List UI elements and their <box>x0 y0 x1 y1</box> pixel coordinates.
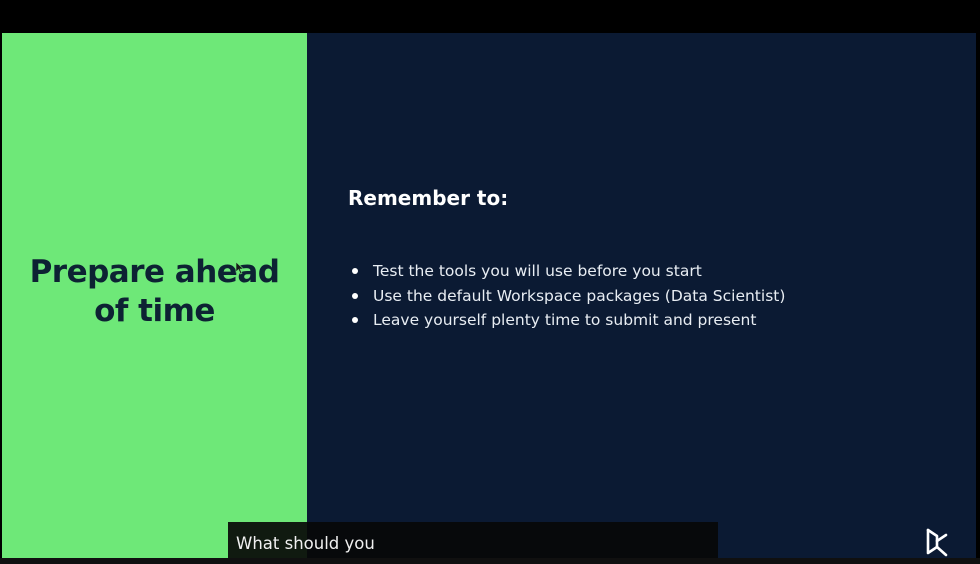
slide-headline: Prepare ahead of time <box>2 253 307 331</box>
headline-line-1: Prepare ahead <box>29 254 280 290</box>
bullet-dot <box>352 292 358 299</box>
datacamp-logo-icon <box>926 528 948 557</box>
bullet-dot <box>352 268 358 274</box>
caption-text: What should you <box>236 534 375 553</box>
bullet-item: Leave yourself plenty time to submit and… <box>348 308 785 333</box>
bullet-text: Test the tools you will use before you s… <box>373 262 702 280</box>
slide-subheading: Remember to: <box>348 186 509 210</box>
bullet-text: Use the default Workspace packages (Data… <box>373 286 786 305</box>
bullet-list: Test the tools you will use before you s… <box>348 259 785 333</box>
presentation-slide: Prepare ahead of time Remember to: Test … <box>2 33 976 558</box>
bullet-item: Test the tools you will use before you s… <box>348 259 785 284</box>
bullet-dot <box>352 317 358 323</box>
player-bottom-edge <box>0 558 980 564</box>
slide-right-panel: Remember to: Test the tools you will use… <box>307 33 976 558</box>
headline-line-2: of time <box>94 293 215 329</box>
video-player-viewport: Prepare ahead of time Remember to: Test … <box>0 0 980 564</box>
mouse-pointer-icon <box>235 261 245 275</box>
bullet-text: Leave yourself plenty time to submit and… <box>373 311 757 329</box>
slide-left-panel: Prepare ahead of time <box>2 33 307 558</box>
bullet-item: Use the default Workspace packages (Data… <box>348 284 785 309</box>
